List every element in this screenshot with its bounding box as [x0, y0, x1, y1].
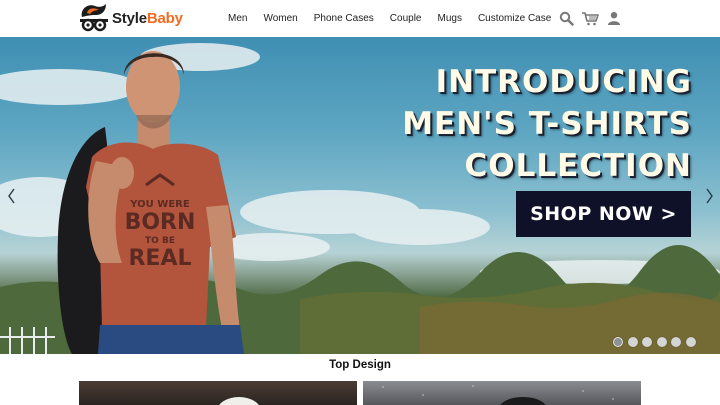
- slider-dot-6[interactable]: [685, 337, 696, 347]
- slider-dot-2[interactable]: [627, 337, 638, 347]
- logo-mascot-icon: [78, 3, 110, 33]
- shop-now-button[interactable]: SHOP NOW >: [516, 191, 691, 237]
- slider-next-arrow-icon[interactable]: [703, 185, 717, 207]
- shirt-print-line-1: YOU WERE: [129, 199, 190, 210]
- slider-dot-5[interactable]: [671, 337, 682, 347]
- hero-headline-line-3: COLLECTION: [464, 148, 692, 184]
- nav-item-women[interactable]: Women: [263, 13, 297, 24]
- nav-item-couple[interactable]: Couple: [390, 13, 422, 24]
- header-tools: [558, 10, 629, 26]
- site-logo[interactable]: StyleBaby: [78, 3, 183, 33]
- nav-item-men[interactable]: Men: [228, 13, 247, 24]
- nav-item-customize-case[interactable]: Customize Case: [478, 13, 551, 24]
- nav-item-mugs[interactable]: Mugs: [437, 13, 461, 24]
- hero-headline: INTRODUCING MEN'S T-SHIRTS COLLECTION: [402, 61, 692, 187]
- site-header: StyleBaby Men Women Phone Cases Couple M…: [0, 0, 720, 37]
- main-nav: Men Women Phone Cases Couple Mugs Custom…: [220, 0, 559, 37]
- cart-icon[interactable]: [581, 10, 599, 26]
- design-card-1[interactable]: [79, 381, 357, 405]
- shirt-print-line-2: BORN: [125, 210, 196, 235]
- slider-dot-1[interactable]: [613, 337, 623, 347]
- design-card-1-image: [219, 397, 259, 405]
- hero-slider: YOU WERE BORN TO BE REAL INTRODUCING MEN…: [0, 37, 720, 354]
- shirt-print-line-3: TO BE: [145, 236, 175, 246]
- hero-headline-line-1: INTRODUCING: [435, 64, 692, 100]
- design-card-2[interactable]: [363, 381, 641, 405]
- user-icon[interactable]: [606, 10, 622, 26]
- logo-text: StyleBaby: [112, 10, 183, 27]
- slider-prev-arrow-icon[interactable]: [4, 185, 18, 207]
- nav-item-phone-cases[interactable]: Phone Cases: [314, 13, 374, 24]
- shirt-print-line-4: REAL: [128, 246, 191, 271]
- logo-text-part1: Style: [112, 9, 147, 27]
- design-card-2-image: [382, 385, 614, 405]
- search-icon[interactable]: [558, 10, 574, 26]
- slider-pagination: [613, 337, 701, 347]
- hero-headline-line-2: MEN'S T-SHIRTS: [402, 106, 692, 142]
- section-title: Top Design: [329, 359, 391, 371]
- logo-text-part2: Baby: [146, 9, 183, 27]
- slider-dot-4[interactable]: [656, 337, 667, 347]
- slider-dot-3[interactable]: [642, 337, 653, 347]
